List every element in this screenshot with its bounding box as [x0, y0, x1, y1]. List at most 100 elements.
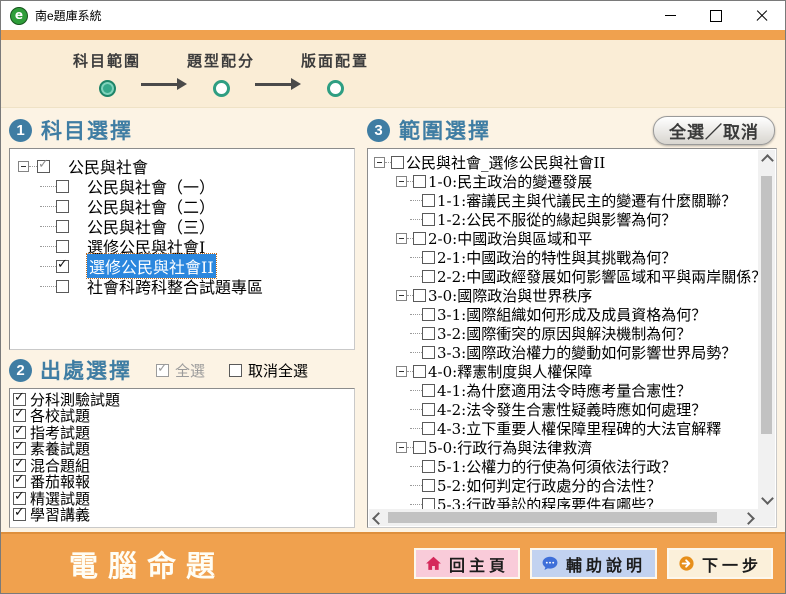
- checkbox[interactable]: [391, 156, 404, 169]
- checkbox[interactable]: [422, 498, 435, 509]
- checkbox[interactable]: [422, 270, 435, 283]
- checkbox-checked[interactable]: [56, 260, 69, 273]
- tree-row-topic[interactable]: 5-1:公權力的行使為何須依法行政？: [370, 457, 758, 476]
- deselect-all-label: 取消全選: [248, 360, 308, 381]
- tree-row-topic[interactable]: 4-2:法令發生合憲性疑義時應如何處理？: [370, 400, 758, 419]
- checkbox[interactable]: [422, 479, 435, 492]
- checkbox[interactable]: [56, 180, 69, 193]
- checkbox-checked[interactable]: [13, 475, 26, 488]
- scroll-left-icon[interactable]: [372, 512, 385, 525]
- horizontal-scroll-thumb[interactable]: [388, 512, 717, 523]
- checkbox[interactable]: [422, 213, 435, 226]
- tree-row-chapter[interactable]: 4-0:釋憲制度與人權保障: [370, 362, 758, 381]
- tree-label: 1-1:審議民主與代議民主的變遷有什麼關聯？: [437, 190, 736, 211]
- tree-row-topic[interactable]: 4-1:為什麼適用法令時應考量合憲性？: [370, 381, 758, 400]
- vertical-scrollbar[interactable]: [758, 150, 775, 509]
- main-content: 1 科目選擇 公民與社會 公民與社會（一） 公民與社: [1, 108, 785, 532]
- section-number-badge: 3: [367, 119, 390, 142]
- checkbox-checked[interactable]: [13, 508, 26, 521]
- checkbox[interactable]: [56, 220, 69, 233]
- horizontal-scrollbar[interactable]: [369, 509, 758, 526]
- checkbox[interactable]: [56, 200, 69, 213]
- tree-label: 5-3:行政爭訟的程序要件有哪些？: [437, 494, 661, 509]
- checkbox[interactable]: [56, 240, 69, 253]
- maximize-button[interactable]: [693, 1, 739, 30]
- tree-label: 3-0:國際政治與世界秩序: [428, 285, 592, 306]
- tree-row-subject-selected[interactable]: 選修公民與社會II: [10, 256, 354, 276]
- tree-row-chapter[interactable]: 3-0:國際政治與世界秩序: [370, 286, 758, 305]
- next-step-button[interactable]: 下一步: [667, 548, 773, 579]
- vertical-scroll-thumb[interactable]: [761, 176, 772, 434]
- tree-row-chapter[interactable]: 5-0:行政行為與法律救濟: [370, 438, 758, 457]
- checkbox[interactable]: [56, 280, 69, 293]
- tree-row-topic[interactable]: 3-1:國際組織如何形成及成員資格為何？: [370, 305, 758, 324]
- tree-row-topic[interactable]: 4-3:立下重要人權保障里程碑的大法官解釋: [370, 419, 758, 438]
- collapse-toggle-icon[interactable]: [396, 366, 407, 377]
- checkbox-checked[interactable]: [13, 409, 26, 422]
- checkbox[interactable]: [422, 308, 435, 321]
- tree-row-topic[interactable]: 2-2:中國政經發展如何影響區域和平與兩岸關係？: [370, 267, 758, 286]
- collapse-toggle-icon[interactable]: [396, 442, 407, 453]
- checkbox-checked[interactable]: [13, 459, 26, 472]
- step-layout-config[interactable]: 版面配置: [301, 50, 369, 97]
- collapse-toggle-icon[interactable]: [396, 176, 407, 187]
- step-subject-range[interactable]: 科目範圍: [73, 50, 141, 97]
- close-button[interactable]: [739, 1, 785, 30]
- checkbox[interactable]: [422, 384, 435, 397]
- source-item[interactable]: 學習講義: [13, 507, 354, 524]
- deselect-all-option[interactable]: 取消全選: [229, 360, 308, 381]
- checkbox-partial[interactable]: [37, 160, 50, 173]
- tree-row-topic[interactable]: 5-3:行政爭訟的程序要件有哪些？: [370, 495, 758, 509]
- minimize-button[interactable]: [647, 1, 693, 30]
- checkbox[interactable]: [422, 422, 435, 435]
- checkbox-checked[interactable]: [13, 426, 26, 439]
- step-dot: [213, 80, 230, 97]
- checkbox[interactable]: [229, 364, 242, 377]
- select-toggle-button[interactable]: 全選／取消: [653, 116, 775, 145]
- checkbox[interactable]: [413, 175, 426, 188]
- tree-row-subject[interactable]: 公民與社會（二）: [10, 196, 354, 216]
- minimize-icon: [665, 15, 676, 16]
- checkbox[interactable]: [422, 251, 435, 264]
- section-title: 科目選擇: [41, 115, 133, 145]
- collapse-toggle-icon[interactable]: [18, 161, 29, 172]
- checkbox[interactable]: [413, 365, 426, 378]
- tree-row-subject-root[interactable]: 公民與社會: [10, 156, 354, 176]
- step-question-allocation[interactable]: 題型配分: [187, 50, 255, 97]
- checkbox[interactable]: [413, 441, 426, 454]
- checkbox[interactable]: [413, 289, 426, 302]
- tree-row-chapter[interactable]: 1-0:民主政治的變遷發展: [370, 172, 758, 191]
- checkbox[interactable]: [422, 194, 435, 207]
- checkbox[interactable]: [422, 403, 435, 416]
- scroll-down-icon[interactable]: [761, 492, 774, 505]
- tree-row-subject[interactable]: 公民與社會（一）: [10, 176, 354, 196]
- source-section-header: 2 出處選擇 全選 取消全選: [9, 352, 355, 388]
- tree-row-topic[interactable]: 3-2:國際衝突的原因與解決機制為何？: [370, 324, 758, 343]
- checkbox[interactable]: [422, 346, 435, 359]
- tree-row-topic[interactable]: 3-3:國際政治權力的變動如何影響世界局勢？: [370, 343, 758, 362]
- tree-row-chapter[interactable]: 2-0:中國政治與區域和平: [370, 229, 758, 248]
- step-arrow-icon: [141, 78, 187, 90]
- scroll-up-icon[interactable]: [761, 154, 774, 167]
- collapse-toggle-icon[interactable]: [396, 290, 407, 301]
- checkbox[interactable]: [413, 232, 426, 245]
- select-all-option[interactable]: 全選: [156, 360, 205, 381]
- tree-row-topic[interactable]: 1-2:公民不服從的緣起與影響為何？: [370, 210, 758, 229]
- help-button[interactable]: 輔助說明: [530, 548, 657, 579]
- checkbox-checked[interactable]: [13, 442, 26, 455]
- tree-row-topic[interactable]: 5-2:如何判定行政處分的合法性？: [370, 476, 758, 495]
- checkbox[interactable]: [422, 460, 435, 473]
- tree-row-subject[interactable]: 社會科跨科整合試題專區: [10, 276, 354, 296]
- collapse-toggle-icon[interactable]: [374, 157, 385, 168]
- home-button[interactable]: 回主頁: [414, 548, 520, 579]
- scroll-right-icon[interactable]: [742, 512, 755, 525]
- tree-row-topic[interactable]: 2-1:中國政治的特性與其挑戰為何？: [370, 248, 758, 267]
- tree-row-topic[interactable]: 1-1:審議民主與代議民主的變遷有什麼關聯？: [370, 191, 758, 210]
- collapse-toggle-icon[interactable]: [396, 233, 407, 244]
- tree-row-subject[interactable]: 公民與社會（三）: [10, 216, 354, 236]
- checkbox-checked[interactable]: [13, 393, 26, 406]
- tree-row-range-root[interactable]: 公民與社會_選修公民與社會II: [370, 153, 758, 172]
- checkbox-checked[interactable]: [13, 492, 26, 505]
- checkbox[interactable]: [422, 327, 435, 340]
- tree-row-subject[interactable]: 選修公民與社會I: [10, 236, 354, 256]
